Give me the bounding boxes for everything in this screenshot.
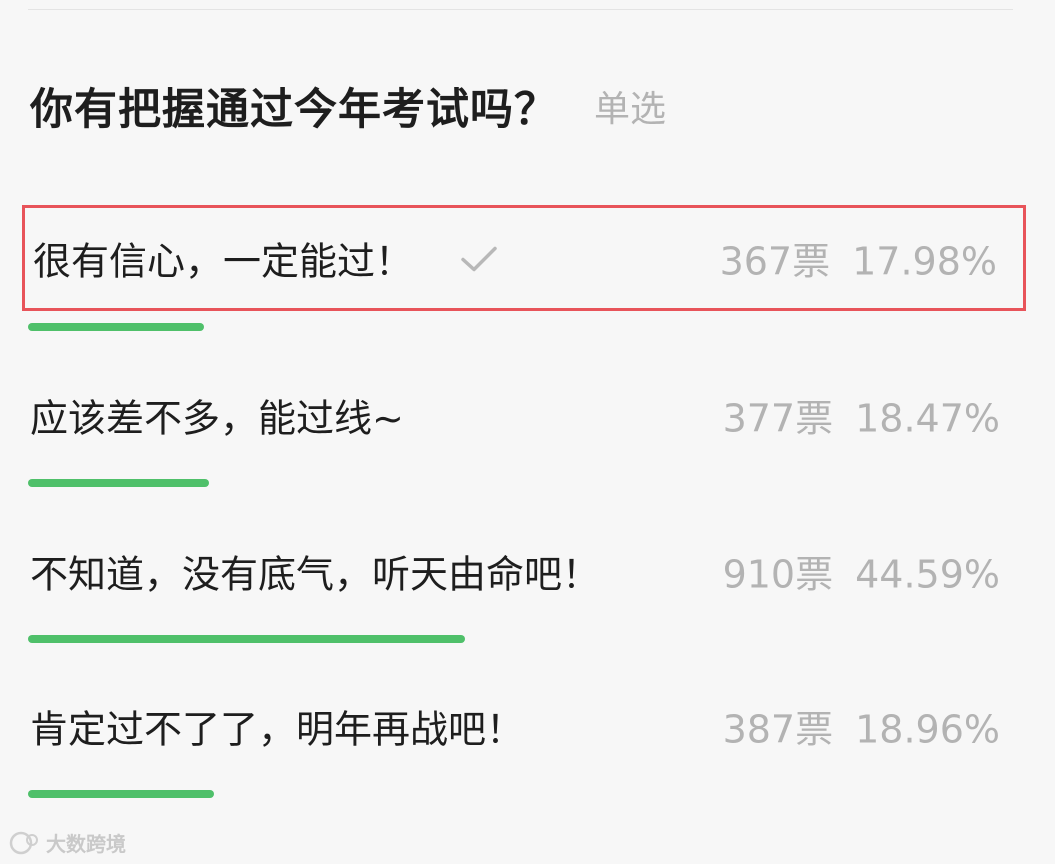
poll-type-label: 单选 xyxy=(594,89,667,130)
option-percent: 18.96% xyxy=(855,707,1000,752)
option-votes: 910票 xyxy=(722,552,834,597)
option-result-bar xyxy=(28,790,214,798)
poll-option-3[interactable]: 不知道，没有底气，听天由命吧！ 910票 44.59% xyxy=(22,518,1026,624)
poll-option-4[interactable]: 肯定过不了了，明年再战吧！ 387票 18.96% xyxy=(22,673,1026,779)
poll-option-1[interactable]: 很有信心，一定能过！ 367票 17.98% xyxy=(22,205,1026,311)
option-stats: 910票 44.59% xyxy=(723,544,1000,599)
poll-header: 你有把握通过今年考试吗？ 单选 xyxy=(30,76,666,136)
option-label: 应该差不多，能过线~ xyxy=(30,396,404,441)
option-result-bar xyxy=(28,323,204,331)
option-stats: 367票 17.98% xyxy=(720,231,997,286)
option-text-row: 肯定过不了了，明年再战吧！ xyxy=(30,699,524,754)
option-stats: 387票 18.96% xyxy=(723,699,1000,754)
option-percent: 44.59% xyxy=(855,552,1000,597)
option-votes: 387票 xyxy=(722,707,834,752)
option-votes: 377票 xyxy=(722,396,834,441)
option-percent: 17.98% xyxy=(852,239,997,284)
option-result-bar xyxy=(28,635,465,643)
option-text-row: 应该差不多，能过线~ xyxy=(30,388,404,443)
option-votes: 367票 xyxy=(719,239,831,284)
top-divider xyxy=(28,9,1013,10)
option-text-row: 不知道，没有底气，听天由命吧！ xyxy=(30,544,600,599)
poll-question: 你有把握通过今年考试吗？ xyxy=(30,85,558,135)
option-stats: 377票 18.47% xyxy=(723,388,1000,443)
option-label: 不知道，没有底气，听天由命吧！ xyxy=(30,552,601,597)
watermark-logo-icon xyxy=(9,831,38,854)
poll-option-2[interactable]: 应该差不多，能过线~ 377票 18.47% xyxy=(22,362,1026,468)
watermark-text: 大数跨境 xyxy=(46,832,126,856)
option-result-bar xyxy=(28,479,209,487)
watermark: 大数跨境 xyxy=(8,828,126,857)
option-label: 很有信心，一定能过！ xyxy=(33,239,414,284)
option-label: 肯定过不了了，明年再战吧！ xyxy=(30,707,525,752)
option-percent: 18.47% xyxy=(855,396,1000,441)
check-icon xyxy=(461,246,497,271)
option-text-row: 很有信心，一定能过！ xyxy=(33,231,501,286)
